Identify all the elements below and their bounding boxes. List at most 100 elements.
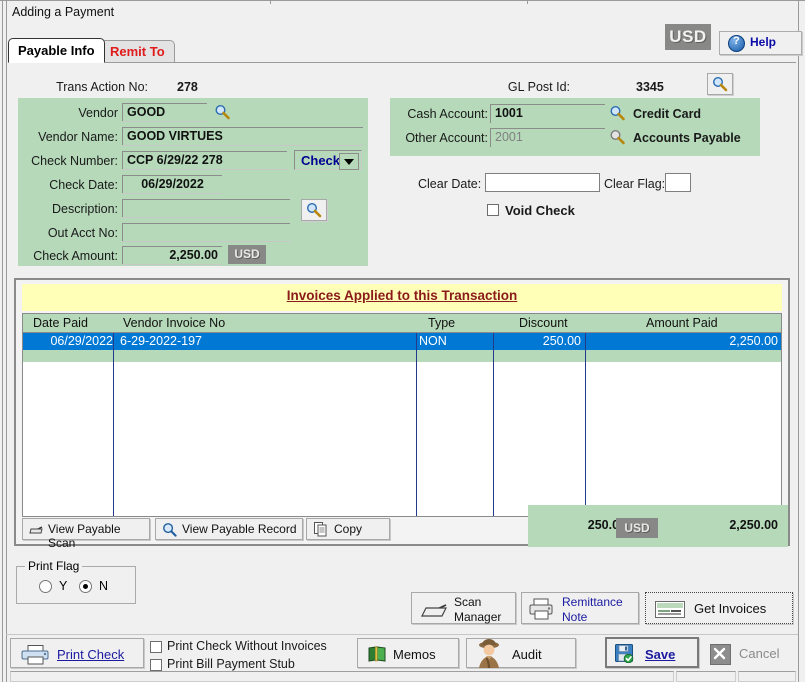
cell-date-paid: 06/29/2022 bbox=[50, 334, 113, 348]
cell-type: NON bbox=[419, 334, 447, 348]
column-header-date-paid[interactable]: Date Paid bbox=[33, 316, 88, 330]
invoice-list-icon bbox=[655, 601, 685, 621]
get-invoices-label: Get Invoices bbox=[694, 601, 767, 616]
payment-window: Adding a Payment Payable Info Remit To U… bbox=[0, 0, 805, 682]
void-check-label: Void Check bbox=[505, 203, 575, 218]
view-payable-scan-label: View Payable Scan bbox=[48, 522, 121, 550]
view-payable-record-button[interactable]: View Payable Record bbox=[155, 518, 303, 540]
cell-discount: 250.00 bbox=[542, 334, 581, 348]
detective-icon bbox=[473, 637, 505, 672]
clear-flag-input[interactable] bbox=[665, 173, 691, 192]
other-account-lookup-icon[interactable] bbox=[607, 128, 629, 146]
clear-flag-label: Clear Flag: bbox=[604, 177, 666, 191]
print-flag-label-n: N bbox=[99, 579, 109, 593]
other-account-name: Accounts Payable bbox=[633, 131, 741, 145]
out-acct-no-input[interactable] bbox=[122, 223, 290, 241]
save-button[interactable]: Save bbox=[605, 637, 699, 668]
invoices-totals: 250.00 USD 2,250.00 bbox=[528, 505, 788, 547]
table-row[interactable]: 06/29/2022 6-29-2022-197 NON 250.00 2,25… bbox=[23, 333, 781, 350]
check-number-label: Check Number: bbox=[31, 154, 118, 168]
check-amount-input[interactable]: 2,250.00 bbox=[122, 246, 222, 264]
tab-payable-info[interactable]: Payable Info bbox=[8, 38, 105, 63]
vendor-input[interactable]: GOOD bbox=[122, 103, 207, 121]
print-flag-label-y: Y bbox=[59, 579, 68, 593]
vendor-lookup-icon[interactable] bbox=[212, 103, 234, 121]
print-check-label: Print Check bbox=[57, 647, 125, 662]
clear-date-input[interactable] bbox=[485, 173, 600, 192]
cash-account-label: Cash Account: bbox=[407, 107, 488, 121]
memos-button[interactable]: Memos bbox=[357, 638, 459, 668]
print-bill-payment-stub-checkbox[interactable] bbox=[150, 659, 162, 671]
save-label: Save bbox=[645, 647, 676, 662]
cell-vendor-invoice-no: 6-29-2022-197 bbox=[120, 334, 203, 348]
cash-account-name: Credit Card bbox=[633, 107, 702, 121]
window-left-border-inner bbox=[6, 0, 7, 682]
cell-amount-paid: 2,250.00 bbox=[729, 334, 778, 348]
description-input[interactable] bbox=[122, 199, 290, 217]
view-payable-record-label: View Payable Record bbox=[182, 522, 297, 536]
column-header-amount-paid[interactable]: Amount Paid bbox=[646, 316, 718, 330]
check-date-input[interactable]: 06/29/2022 bbox=[122, 175, 222, 193]
out-acct-no-label: Out Acct No: bbox=[47, 226, 118, 240]
column-header-vendor-invoice-no[interactable]: Vendor Invoice No bbox=[123, 316, 225, 330]
scan-manager-button[interactable]: Scan Manager bbox=[411, 592, 516, 624]
grid-divider-2 bbox=[416, 333, 417, 516]
window-title: Adding a Payment bbox=[12, 5, 115, 19]
print-check-button[interactable]: Print Check bbox=[10, 638, 144, 668]
window-top-notch-right bbox=[527, 0, 528, 4]
column-header-type[interactable]: Type bbox=[428, 316, 455, 330]
column-header-discount[interactable]: Discount bbox=[519, 316, 568, 330]
magnifier-icon bbox=[162, 522, 177, 540]
check-number-input[interactable]: CCP 6/29/22 278 bbox=[122, 151, 287, 169]
print-flag-radio-y[interactable] bbox=[39, 580, 52, 593]
cancel-button[interactable]: Cancel bbox=[704, 638, 798, 668]
check-type-dropdown[interactable]: Check bbox=[294, 150, 362, 170]
save-disk-icon bbox=[615, 644, 634, 666]
trans-action-no-value: 278 bbox=[177, 80, 198, 94]
footer-divider bbox=[6, 634, 798, 635]
scan-manager-line1: Scan bbox=[454, 595, 482, 609]
print-bill-payment-stub-label: Print Bill Payment Stub bbox=[167, 657, 295, 671]
totals-currency-badge: USD bbox=[616, 518, 658, 538]
printer-icon bbox=[529, 598, 555, 623]
print-flag-radio-n[interactable] bbox=[79, 580, 92, 593]
invoices-grid-header: Date Paid Vendor Invoice No Type Discoun… bbox=[23, 314, 781, 333]
currency-badge: USD bbox=[665, 24, 711, 50]
status-segment-3 bbox=[738, 671, 796, 682]
view-payable-scan-button[interactable]: View Payable Scan bbox=[22, 518, 150, 550]
print-check-without-invoices-checkbox[interactable] bbox=[150, 641, 162, 653]
chevron-down-icon[interactable] bbox=[339, 153, 359, 170]
scanner-icon bbox=[420, 600, 448, 623]
other-account-input[interactable]: 2001 bbox=[490, 128, 605, 147]
print-flag-group: Print Flag Y N bbox=[16, 559, 136, 604]
tab-remit-to[interactable]: Remit To bbox=[100, 40, 175, 63]
description-lookup-icon[interactable] bbox=[301, 199, 327, 221]
total-discount: 250.00 bbox=[587, 518, 626, 532]
clear-date-label: Clear Date: bbox=[418, 177, 482, 191]
remittance-note-line2: Note bbox=[562, 610, 588, 624]
check-type-value: Check bbox=[301, 153, 341, 168]
book-icon bbox=[368, 646, 386, 665]
get-invoices-button[interactable]: Get Invoices bbox=[645, 592, 793, 624]
void-check-checkbox[interactable] bbox=[487, 204, 499, 216]
cash-account-lookup-icon[interactable] bbox=[607, 104, 629, 122]
grid-divider-4 bbox=[585, 333, 586, 516]
invoices-grid[interactable]: Date Paid Vendor Invoice No Type Discoun… bbox=[22, 313, 782, 517]
audit-button[interactable]: Audit bbox=[466, 638, 576, 669]
cash-account-input[interactable]: 1001 bbox=[490, 104, 605, 123]
gl-post-id-value: 3345 bbox=[636, 80, 664, 94]
printer-icon bbox=[21, 645, 51, 668]
invoices-grid-band bbox=[23, 350, 781, 362]
gl-post-id-lookup-icon[interactable] bbox=[707, 73, 733, 95]
scan-manager-line2: Manager bbox=[454, 610, 502, 624]
window-right-border bbox=[798, 0, 799, 682]
check-amount-currency-badge: USD bbox=[228, 245, 266, 264]
grid-divider-3 bbox=[493, 333, 494, 516]
help-button[interactable]: ? Help bbox=[719, 31, 802, 55]
remittance-note-button[interactable]: Remittance Note bbox=[521, 592, 639, 624]
copy-button[interactable]: Copy bbox=[306, 518, 390, 540]
close-icon bbox=[710, 644, 731, 665]
help-button-label: Help bbox=[750, 35, 777, 49]
vendor-name-input[interactable]: GOOD VIRTUES bbox=[122, 127, 363, 145]
copy-label: Copy bbox=[334, 522, 363, 536]
